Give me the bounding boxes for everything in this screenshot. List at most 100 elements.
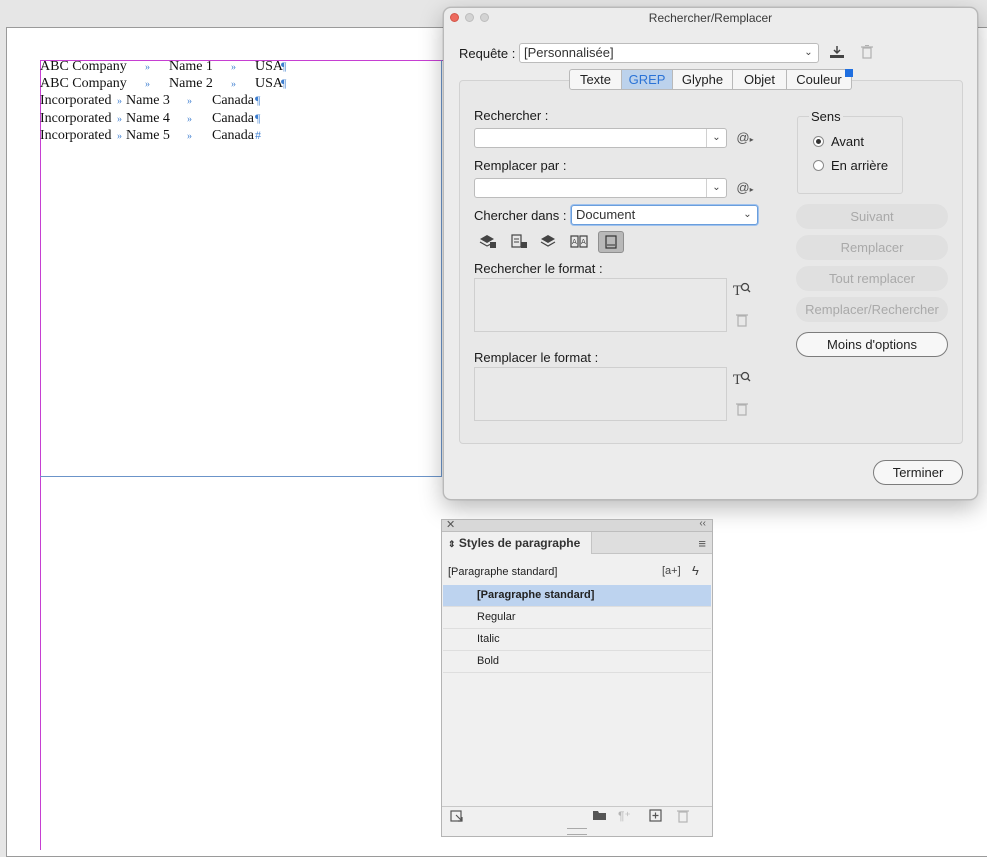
zoom-window-button[interactable] (480, 13, 489, 22)
find-format-box[interactable] (474, 278, 727, 332)
find-format-label: Rechercher le format : (474, 261, 603, 276)
search-in-select[interactable]: Document ⌄ (571, 205, 758, 225)
radio-forward-label[interactable]: Avant (831, 134, 864, 149)
include-locked-layers-icon[interactable] (478, 233, 498, 251)
direction-label: Sens (809, 109, 843, 124)
panel-footer: ¶⁺ (442, 806, 712, 826)
find-label: Rechercher : (474, 108, 549, 123)
dialog-title: Rechercher/Remplacer (648, 11, 773, 25)
save-query-icon[interactable] (828, 45, 846, 61)
include-footnotes-icon[interactable] (598, 231, 624, 253)
replace-format-box[interactable] (474, 367, 727, 421)
tab-grep[interactable]: GREP (622, 69, 673, 90)
fewer-options-button[interactable]: Moins d'options (796, 332, 948, 357)
delete-query-icon[interactable] (858, 45, 876, 61)
clear-replace-format-icon[interactable] (733, 402, 751, 418)
cell-company: Incorporated (40, 128, 112, 143)
radio-backward-label[interactable]: En arrière (831, 158, 888, 173)
chevron-down-icon: ⌄ (743, 209, 752, 220)
text-frame-right-edge (441, 60, 442, 477)
next-button[interactable]: Suivant (796, 204, 948, 229)
search-mode-tabs: Texte GREP Glyphe Objet Couleur (569, 69, 852, 90)
replace-label: Remplacer par : (474, 158, 567, 173)
search-in-label: Chercher dans : (474, 208, 567, 223)
list-item[interactable]: Bold (443, 651, 711, 673)
svg-text:T: T (733, 373, 742, 386)
include-hidden-layers-icon[interactable] (538, 233, 558, 251)
specify-replace-format-icon[interactable]: T (733, 370, 751, 388)
cell-company: Incorporated (40, 93, 112, 108)
load-styles-icon[interactable] (450, 809, 464, 826)
find-input[interactable]: ⌄ (474, 128, 727, 148)
paragraph-mark: ¶ (281, 59, 287, 73)
specify-find-format-icon[interactable]: T (733, 281, 751, 299)
tab-paragraph-styles[interactable]: ⇕ Styles de paragraphe (442, 532, 592, 554)
replace-find-button[interactable]: Remplacer/Rechercher (796, 297, 948, 322)
find-replace-dialog: Rechercher/Remplacer Requête : [Personna… (443, 7, 978, 500)
panel-header-bar: ✕ ‹‹ (442, 518, 712, 532)
cell-country: Canada (212, 111, 254, 126)
cell-country: USA (255, 76, 284, 91)
tab-marker: » (117, 96, 122, 107)
folder-icon[interactable] (592, 809, 607, 824)
paragraph-styles-panel: ✕ ‹‹ ⇕ Styles de paragraphe ≡ [Paragraph… (441, 518, 713, 837)
chevron-down-icon: ⌄ (804, 47, 813, 58)
collapse-panel-icon[interactable]: ‹‹ (699, 518, 706, 529)
new-style-from-selection-icon[interactable]: [a+] (662, 565, 681, 577)
chevron-down-icon[interactable]: ⌄ (706, 179, 726, 197)
tab-glyphe[interactable]: Glyphe (673, 69, 733, 90)
tab-indicator-corner (845, 69, 853, 77)
paragraph-mark: ¶ (255, 111, 261, 125)
new-style-icon[interactable] (649, 809, 662, 825)
story-end-mark: # (255, 128, 261, 142)
replace-all-button[interactable]: Tout remplacer (796, 266, 948, 291)
cell-company: ABC Company (40, 59, 127, 74)
search-in-value: Document (576, 207, 636, 222)
lightning-icon[interactable]: ϟ (692, 563, 699, 578)
direction-group (797, 116, 903, 194)
panel-menu-icon[interactable]: ≡ (698, 536, 706, 551)
text-frame-bottom-edge (40, 476, 442, 477)
panel-tab-bar: ⇕ Styles de paragraphe ≡ (442, 532, 712, 554)
list-item[interactable]: [Paragraphe standard] (443, 585, 711, 607)
cell-company: Incorporated (40, 111, 112, 126)
clear-overrides-icon[interactable]: ¶⁺ (618, 809, 631, 823)
tab-marker: » (187, 96, 192, 107)
replace-button[interactable]: Remplacer (796, 235, 948, 260)
tab-marker: » (117, 114, 122, 125)
replace-format-label: Remplacer le format : (474, 350, 599, 365)
cell-country: Canada (212, 93, 254, 108)
replace-input[interactable]: ⌄ (474, 178, 727, 198)
query-select[interactable]: [Personnalisée] ⌄ (519, 43, 819, 63)
done-button[interactable]: Terminer (873, 460, 963, 485)
minimize-window-button[interactable] (465, 13, 474, 22)
paragraph-mark: ¶ (281, 76, 287, 90)
special-characters-replace-icon[interactable]: @▸ (736, 180, 754, 196)
resize-grip[interactable] (567, 828, 587, 835)
radio-forward[interactable] (813, 136, 824, 147)
query-label: Requête : (459, 46, 516, 61)
close-icon[interactable]: ✕ (446, 518, 455, 531)
clear-find-format-icon[interactable] (733, 313, 751, 329)
special-characters-icon[interactable]: @▸ (736, 130, 754, 146)
tab-marker: » (145, 79, 150, 90)
include-master-pages-icon[interactable]: AA (569, 233, 589, 251)
cell-name: Name 5 (126, 128, 170, 143)
chevron-down-icon[interactable]: ⌄ (706, 129, 726, 147)
list-item[interactable]: Regular (443, 607, 711, 629)
style-list: [Paragraphe standard] Regular Italic Bol… (443, 585, 711, 673)
close-window-button[interactable] (450, 13, 459, 22)
include-locked-stories-icon[interactable] (509, 233, 529, 251)
trash-icon[interactable] (677, 809, 689, 826)
tab-marker: » (187, 114, 192, 125)
sort-arrows-icon: ⇕ (448, 539, 456, 549)
tab-objet[interactable]: Objet (733, 69, 787, 90)
list-item[interactable]: Italic (443, 629, 711, 651)
tab-marker: » (117, 131, 122, 142)
radio-backward[interactable] (813, 160, 824, 171)
cell-name: Name 2 (169, 76, 213, 91)
tab-texte[interactable]: Texte (569, 69, 622, 90)
margin-guide-left (40, 60, 41, 850)
tab-marker: » (231, 79, 236, 90)
tab-couleur[interactable]: Couleur (787, 69, 852, 90)
